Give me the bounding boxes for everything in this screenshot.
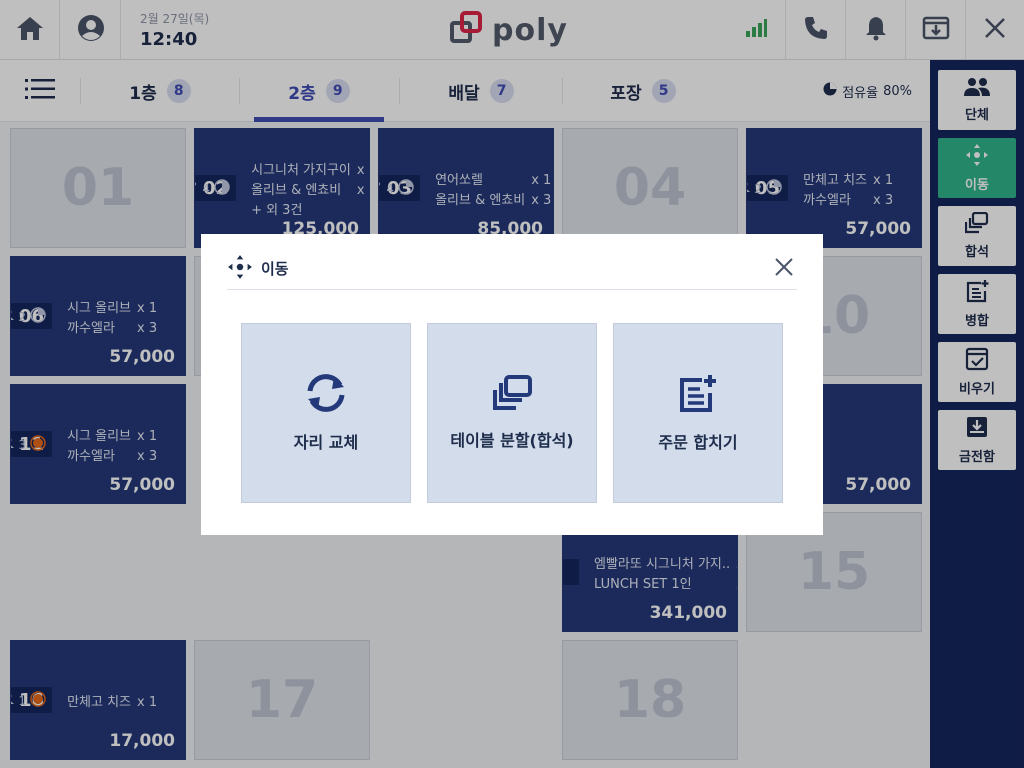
option-label: 자리 교체	[293, 433, 359, 452]
move-icon	[227, 254, 253, 284]
close-icon	[775, 258, 793, 280]
merge-order-icon	[678, 373, 718, 417]
dialog-title: 이동	[261, 260, 289, 278]
swap-seat-icon	[304, 373, 348, 417]
dialog-close-button[interactable]	[771, 256, 797, 282]
option-label: 테이블 분할(합석)	[450, 431, 574, 450]
merge-order-button[interactable]: 주문 합치기	[613, 323, 783, 503]
dialog-header: 이동	[227, 248, 797, 290]
option-label: 주문 합치기	[658, 433, 738, 452]
pos-app: 2월 27일(목) 12:40 poly 1층 8 2층 9 배달 7 포장 5…	[0, 0, 1024, 768]
split-table-icon	[492, 375, 532, 415]
swap-seat-button[interactable]: 자리 교체	[241, 323, 411, 503]
split-table-button[interactable]: 테이블 분할(합석)	[427, 323, 597, 503]
move-dialog: 이동 자리 교체 테이블 분할(합석) 주문 합치기	[201, 234, 823, 535]
